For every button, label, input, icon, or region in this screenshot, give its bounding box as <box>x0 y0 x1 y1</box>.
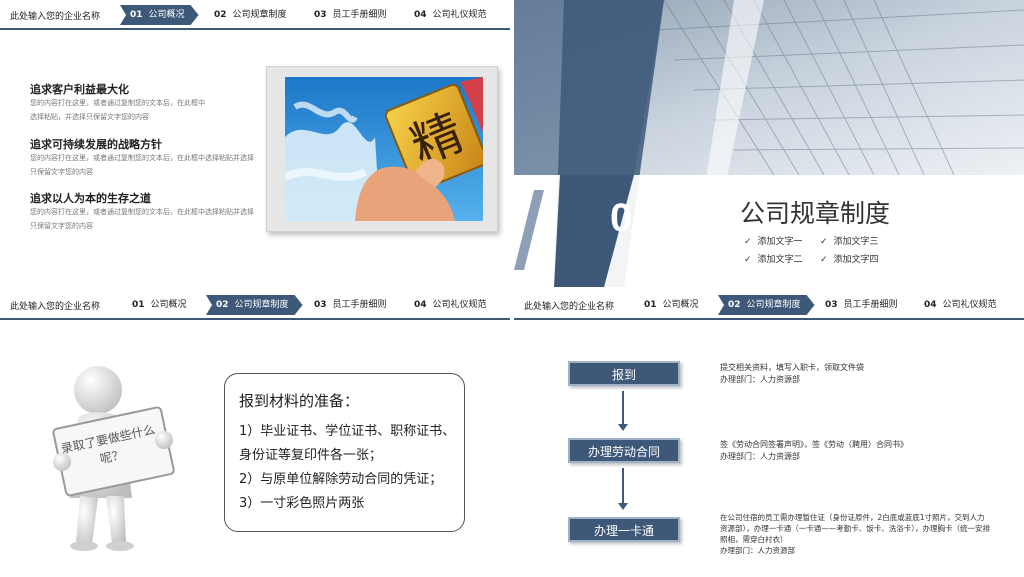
checklist-item: ✓ 添加文字四 <box>820 255 879 265</box>
checklist-item: ✓ 添加文字二 <box>744 255 803 265</box>
item-body: 您的内容打在这里，或者通过复制您的文本后，在此框中选择粘贴并选择只保留文字您的内… <box>30 208 254 230</box>
tab-company-overview[interactable]: 01 公司概况 <box>120 5 199 25</box>
section-number: 02 <box>610 196 655 240</box>
tab-etiquette[interactable]: 04 公司礼仪规范 <box>924 295 997 315</box>
item-title: 追求可持续发展的战略方针 <box>30 138 162 151</box>
nav-bar: 此处输入您的企业名称 01 公司概况 02 公司规章制度 03 员工手册细则 04 公司… <box>0 0 510 30</box>
item-title: 追求客户利益最大化 <box>30 83 129 96</box>
company-name: 此处输入您的企业名称 <box>10 302 101 312</box>
check-icon: ✓ <box>820 237 828 247</box>
check-icon: ✓ <box>820 255 828 265</box>
item-title: 追求以人为本的生存之道 <box>30 192 151 205</box>
tab-etiquette[interactable]: 04 公司礼仪规范 <box>414 295 487 315</box>
item-body: 您的内容打在这里，或者通过复制您的文本后，在此框中选择粘贴并选择只保留文字您的内… <box>30 154 254 176</box>
card-line: 3）一寸彩色照片两张 <box>239 496 365 511</box>
flow-arrow <box>618 391 628 431</box>
flow-step-desc: 签《劳动合同签署声明》，签《劳动（聘用）合同书》 办理部门：人力资源部 <box>720 440 908 461</box>
slide-section-02[interactable]: 02 公司规章制度 ✓ 添加文字一 ✓ 添加文字三 ✓ 添加文字二 ✓ 添加文字四 <box>514 0 1024 287</box>
card-line: 身份证等复印件各一张； <box>239 448 383 463</box>
nav-bar: 此处输入您的企业名称 01 公司概况 02 公司规章制度 03 员工手册细则 04 公司… <box>0 290 510 320</box>
card-line: 1）毕业证书、学位证书、职称证书、 <box>239 424 456 439</box>
tab-employee-handbook[interactable]: 03 员工手册细则 <box>314 5 387 25</box>
tab-employee-handbook[interactable]: 03 员工手册细则 <box>825 295 898 315</box>
slide-onboarding-materials[interactable]: 此处输入您的企业名称 01 公司概况 02 公司规章制度 03 员工手册细则 04 公司… <box>0 290 510 577</box>
flow-step-report: 报到 <box>568 361 680 386</box>
section-title: 公司规章制度 <box>740 199 891 228</box>
slide-onboarding-flow[interactable]: 此处输入您的企业名称 01 公司概况 02 公司规章制度 03 员工手册细则 04 公司… <box>514 290 1024 577</box>
slide-company-overview[interactable]: 此处输入您的企业名称 01 公司概况 02 公司规章制度 03 员工手册细则 04 公司… <box>0 0 510 287</box>
flow-arrow <box>618 468 628 510</box>
flow-step-desc: 在公司住宿的员工需办理暂住证（身份证原件，2白底或蓝底1寸照片，交到人力资源部）… <box>720 513 990 555</box>
item-body: 您的内容打在这里，或者通过复制您的文本后，在此框中选择粘贴，并选择只保留文字您的… <box>30 99 205 121</box>
tab-company-rules[interactable]: 02 公司规章制度 <box>206 295 303 315</box>
tab-company-rules[interactable]: 02 公司规章制度 <box>214 5 287 25</box>
card-heading: 报到材料的准备： <box>239 392 360 410</box>
tab-company-overview[interactable]: 01 公司概况 <box>644 295 699 315</box>
company-name: 此处输入您的企业名称 <box>524 302 615 312</box>
tab-company-overview[interactable]: 01 公司概况 <box>132 295 187 315</box>
hand-stamp-photo: 精 <box>285 77 483 221</box>
flow-step-contract: 办理劳动合同 <box>568 438 680 463</box>
tab-etiquette[interactable]: 04 公司礼仪规范 <box>414 5 487 25</box>
photo-frame: 精 <box>266 66 498 232</box>
nav-bar: 此处输入您的企业名称 01 公司概况 02 公司规章制度 03 员工手册细则 04 公司… <box>514 290 1024 320</box>
tab-employee-handbook[interactable]: 03 员工手册细则 <box>314 295 387 315</box>
check-icon: ✓ <box>744 255 752 265</box>
check-icon: ✓ <box>744 237 752 247</box>
materials-card: 报到材料的准备： 1）毕业证书、学位证书、职称证书、 身份证等复印件各一张； 2… <box>224 373 465 532</box>
card-line: 2）与原单位解除劳动合同的凭证； <box>239 472 443 487</box>
checklist-item: ✓ 添加文字三 <box>820 237 879 247</box>
flow-step-desc: 提交相关资料，填写入职卡，领取文件袋 办理部门：人力资源部 <box>720 363 864 384</box>
flow-step-card: 办理一卡通 <box>568 517 680 542</box>
checklist-item: ✓ 添加文字一 <box>744 237 803 247</box>
company-name: 此处输入您的企业名称 <box>10 12 101 22</box>
tab-company-rules[interactable]: 02 公司规章制度 <box>718 295 815 315</box>
